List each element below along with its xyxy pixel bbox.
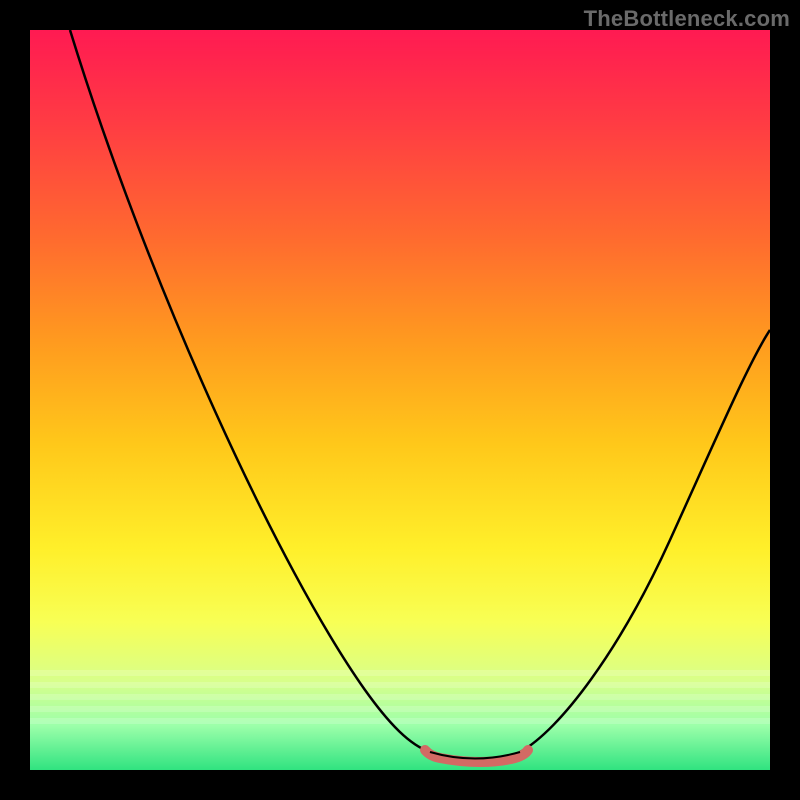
curve-right-branch: [520, 330, 770, 752]
curve-left-branch: [70, 30, 430, 752]
chart-container: TheBottleneck.com: [0, 0, 800, 800]
bottleneck-curve: [30, 30, 770, 770]
plot-area: [30, 30, 770, 770]
watermark-text: TheBottleneck.com: [584, 6, 790, 32]
curve-valley-highlight: [425, 750, 528, 762]
